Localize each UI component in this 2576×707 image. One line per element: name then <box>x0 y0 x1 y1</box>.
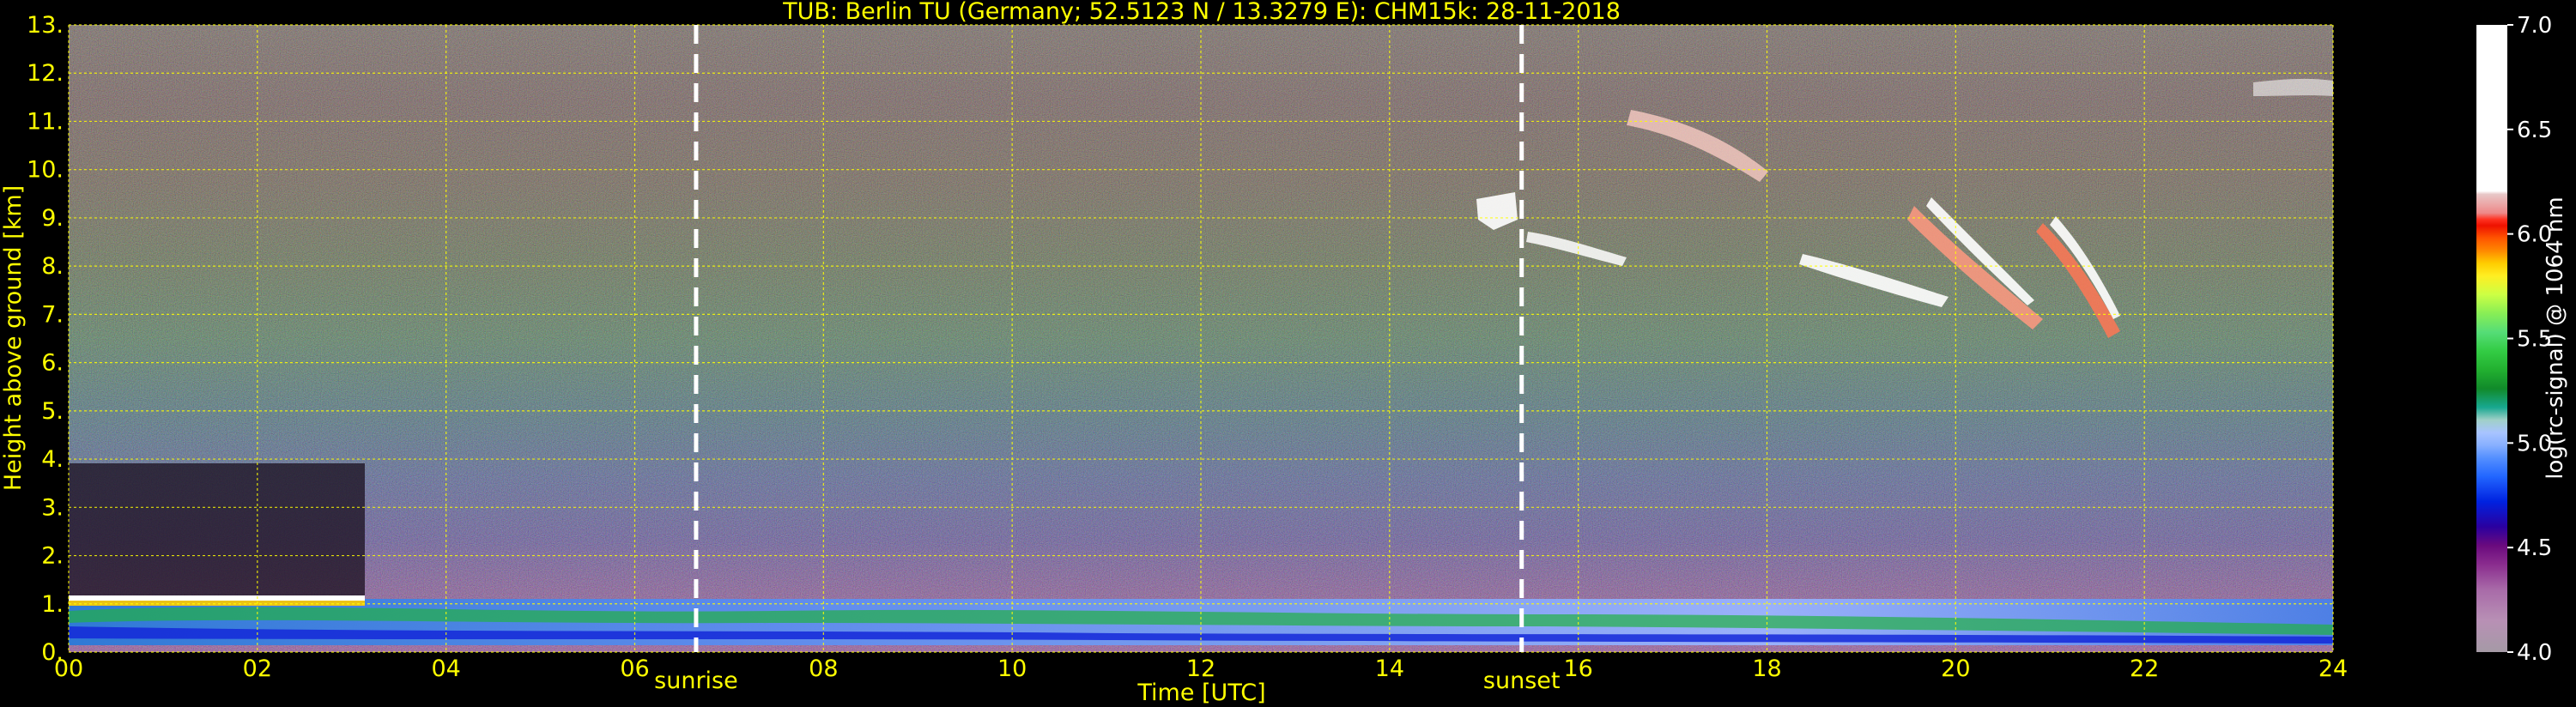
y-tick-label: 11. <box>27 108 64 135</box>
x-axis-label: Time [UTC] <box>1136 680 1265 706</box>
y-tick-labels: 0.1.2.3.4.5.6.7.8.9.10.11.12.13. <box>27 12 64 666</box>
early-layer-yellow <box>69 601 365 606</box>
y-tick-label: 10. <box>27 157 64 184</box>
x-tick-label: 18 <box>1752 656 1781 682</box>
x-tick-label: 10 <box>997 656 1027 682</box>
y-tick-label: 13. <box>27 12 64 39</box>
colorbar <box>2476 25 2507 652</box>
colorbar-tick-label: 4.5 <box>2517 535 2552 561</box>
y-tick-label: 3. <box>41 494 64 521</box>
x-tick-label: 22 <box>2130 656 2159 682</box>
x-tick-label: 20 <box>1941 656 1970 682</box>
chart-title: TUB: Berlin TU (Germany; 52.5123 N / 13.… <box>782 0 1621 25</box>
colorbar-label: log(rc-signal) @ 1064 nm <box>2543 196 2568 479</box>
x-tick-label: 12 <box>1186 656 1215 682</box>
colorbar-tick-label: 7.0 <box>2517 13 2552 39</box>
colorbar-tick-label: 6.5 <box>2517 118 2552 143</box>
x-tick-label: 02 <box>243 656 272 682</box>
y-tick-label: 5. <box>41 398 64 425</box>
y-axis-label: Height above ground [km] <box>0 185 27 491</box>
x-tick-label: 08 <box>809 656 838 682</box>
y-tick-label: 4. <box>41 446 64 473</box>
x-tick-labels: 00 02 04 06 08 10 12 14 16 18 20 22 24 <box>54 656 2348 682</box>
y-tick-label: 8. <box>41 253 64 280</box>
x-tick-label: 14 <box>1375 656 1404 682</box>
early-layer-top <box>69 595 365 601</box>
x-tick-label: 04 <box>431 656 460 682</box>
early-dark-region <box>69 463 365 596</box>
y-tick-label: 7. <box>41 301 64 328</box>
x-tick-label: 00 <box>54 656 83 682</box>
y-tick-label: 6. <box>41 350 64 377</box>
sunrise-label: sunrise <box>654 668 738 694</box>
x-tick-label: 24 <box>2318 656 2348 682</box>
lidar-quicklook: sunrise sunset 0.1.2.3.4.5.6.7.8.9.10.11.… <box>0 0 2568 706</box>
colorbar-tick-label: 4.0 <box>2517 640 2552 666</box>
y-tick-label: 9. <box>41 205 64 232</box>
x-tick-label: 06 <box>620 656 649 682</box>
y-tick-label: 2. <box>41 543 64 570</box>
x-tick-label: 16 <box>1563 656 1592 682</box>
sunset-label: sunset <box>1483 668 1561 694</box>
y-tick-label: 1. <box>41 591 64 618</box>
y-tick-label: 12. <box>27 60 64 87</box>
